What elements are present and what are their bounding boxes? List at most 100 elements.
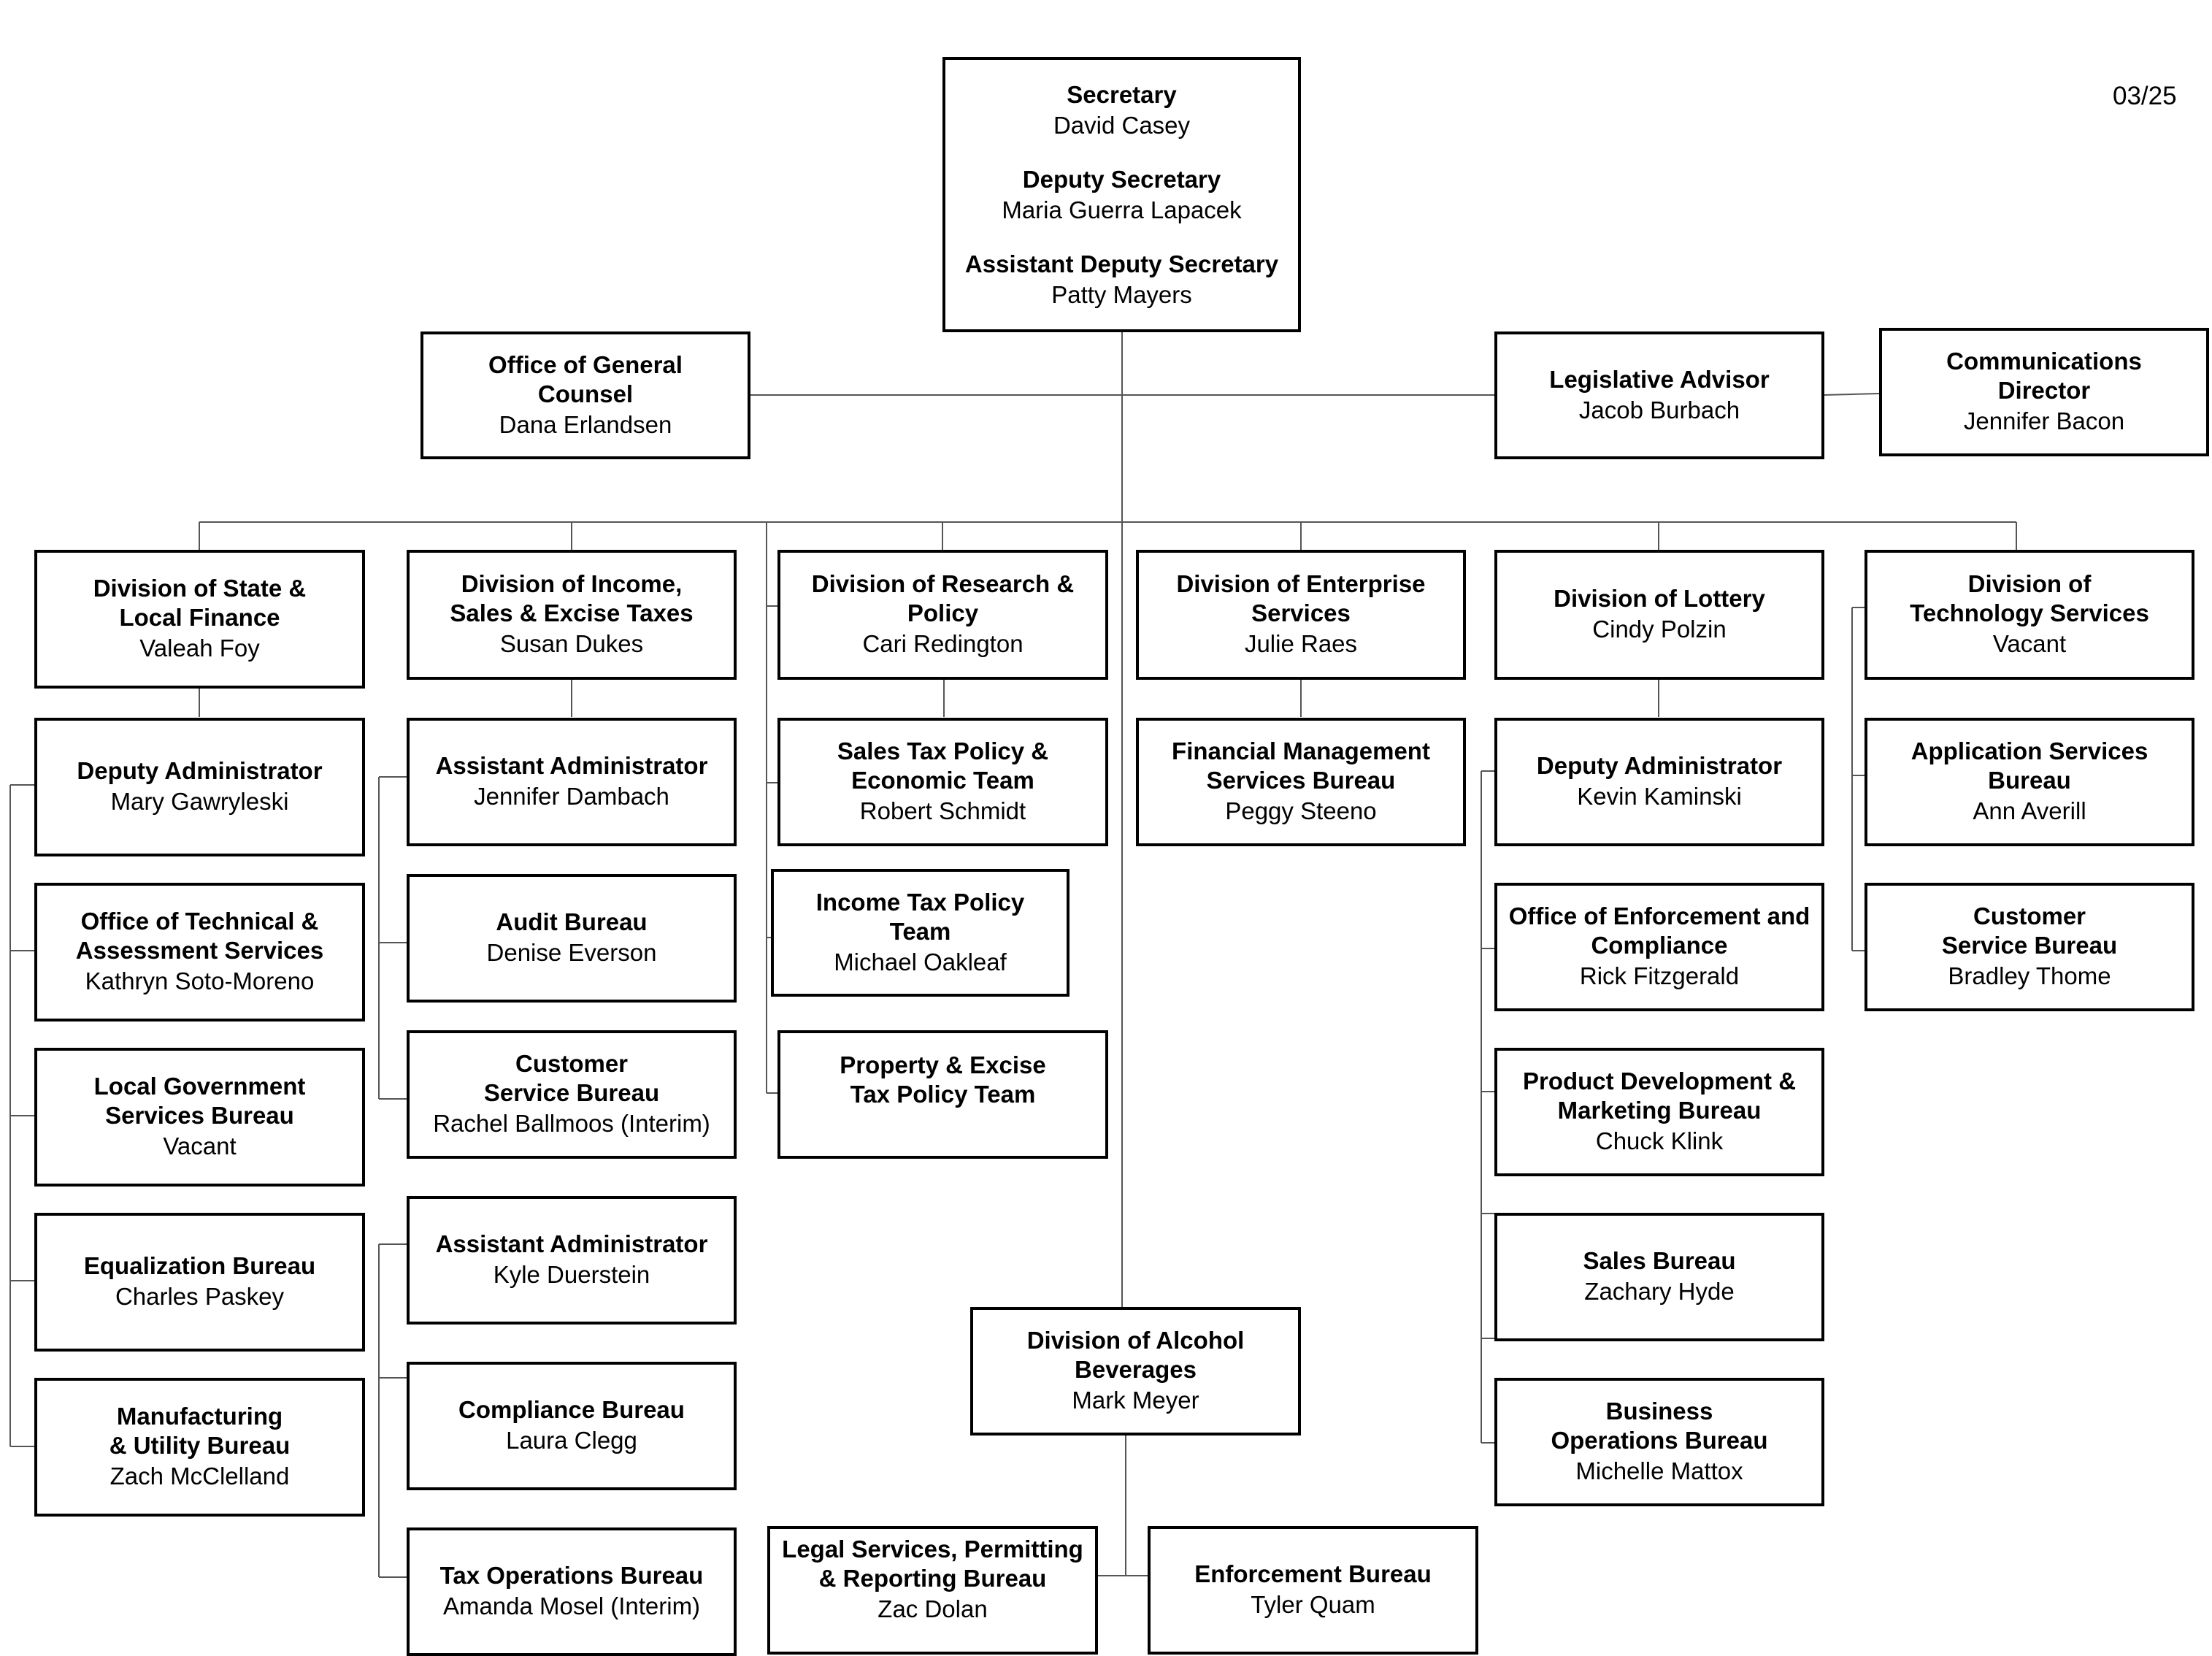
- unit-head: Zach McClelland: [110, 1463, 290, 1490]
- unit-head: Chuck Klink: [1595, 1127, 1724, 1154]
- unit-title: Property & Excise Tax Policy Team: [840, 1051, 1046, 1108]
- unit-head: Peggy Steeno: [1225, 797, 1377, 824]
- unit-title: Enforcement Bureau: [1194, 1560, 1432, 1587]
- unit-title: Customer Service Bureau: [1941, 902, 2118, 959]
- unit-box[interactable]: Income Tax Policy Team Michael Oakleaf: [771, 869, 1069, 997]
- unit-head: Robert Schmidt: [859, 797, 1026, 824]
- unit-box[interactable]: Assistant Administrator Kyle Duerstein: [407, 1196, 737, 1325]
- unit-box[interactable]: Deputy Administrator Kevin Kaminski: [1494, 718, 1824, 846]
- division-head: Mark Meyer: [1072, 1387, 1199, 1414]
- division-head: Cindy Polzin: [1592, 616, 1727, 643]
- unit-head: Tyler Quam: [1251, 1591, 1375, 1618]
- unit-title: Income Tax Policy Team: [815, 888, 1025, 945]
- unit-box[interactable]: Application Services Bureau Ann Averill: [1865, 718, 2194, 846]
- role-title: Secretary: [1067, 80, 1177, 108]
- unit-title: Deputy Administrator: [77, 757, 323, 784]
- unit-head: Mary Gawryleski: [110, 788, 289, 815]
- unit-box[interactable]: Legal Services, Permitting & Reporting B…: [767, 1526, 1098, 1655]
- division-head: Valeah Foy: [139, 635, 260, 662]
- unit-title: Equalization Bureau: [83, 1252, 316, 1279]
- unit-head: Bradley Thome: [1948, 962, 2111, 989]
- unit-box[interactable]: Tax Operations Bureau Amanda Mosel (Inte…: [407, 1527, 737, 1656]
- unit-box[interactable]: Product Development & Marketing Bureau C…: [1494, 1048, 1824, 1176]
- unit-box[interactable]: Business Operations Bureau Michelle Matt…: [1494, 1378, 1824, 1506]
- unit-box[interactable]: Office of Enforcement and Compliance Ric…: [1494, 883, 1824, 1011]
- division-title: Division of Enterprise Services: [1176, 570, 1426, 626]
- unit-box[interactable]: Enforcement Bureau Tyler Quam: [1148, 1526, 1478, 1655]
- unit-head: Michael Oakleaf: [834, 948, 1007, 975]
- unit-box[interactable]: Manufacturing & Utility Bureau Zach McCl…: [34, 1378, 365, 1517]
- unit-box[interactable]: Office of Technical & Assessment Service…: [34, 883, 365, 1021]
- unit-title: Customer Service Bureau: [483, 1050, 660, 1106]
- unit-box[interactable]: Deputy Administrator Mary Gawryleski: [34, 718, 365, 856]
- unit-title: Legislative Advisor: [1549, 365, 1770, 393]
- unit-head: Michelle Mattox: [1575, 1457, 1743, 1484]
- division-head: Vacant: [1992, 630, 2067, 657]
- division-box-lottery[interactable]: Division of Lottery Cindy Polzin: [1494, 550, 1824, 680]
- general-counsel-box[interactable]: Office of General Counsel Dana Erlandsen: [420, 331, 750, 459]
- unit-head: Dana Erlandsen: [499, 410, 672, 438]
- unit-title: Audit Bureau: [496, 908, 648, 935]
- unit-head: Jacob Burbach: [1578, 396, 1740, 423]
- unit-box[interactable]: Sales Bureau Zachary Hyde: [1494, 1213, 1824, 1341]
- unit-box[interactable]: Audit Bureau Denise Everson: [407, 874, 737, 1003]
- unit-title: Assistant Administrator: [435, 1230, 708, 1257]
- role-name: David Casey: [1053, 111, 1191, 139]
- unit-title: Tax Operations Bureau: [439, 1562, 704, 1589]
- unit-head: Amanda Mosel (Interim): [442, 1592, 701, 1619]
- role-name: Patty Mayers: [1051, 280, 1192, 308]
- unit-title: Application Services Bureau: [1910, 737, 2148, 794]
- unit-head: Jennifer Bacon: [1963, 407, 2125, 434]
- unit-title: Office of General Counsel: [488, 350, 683, 407]
- unit-box[interactable]: Property & Excise Tax Policy Team: [777, 1030, 1108, 1159]
- unit-title: Financial Management Services Bureau: [1172, 737, 1430, 794]
- unit-head: Denise Everson: [486, 939, 657, 966]
- unit-title: Local Government Services Bureau: [93, 1073, 306, 1129]
- unit-title: Office of Enforcement and Compliance: [1508, 902, 1810, 959]
- unit-box[interactable]: Assistant Administrator Jennifer Dambach: [407, 718, 737, 846]
- unit-box[interactable]: Customer Service Bureau Bradley Thome: [1865, 883, 2194, 1011]
- unit-title: Office of Technical & Assessment Service…: [75, 908, 324, 964]
- division-box-income-sales-excise[interactable]: Division of Income, Sales & Excise Taxes…: [407, 550, 737, 680]
- division-head: Cari Redington: [862, 630, 1024, 657]
- unit-title: Compliance Bureau: [458, 1396, 685, 1423]
- unit-title: Communications Director: [1946, 348, 2142, 404]
- unit-title: Business Operations Bureau: [1551, 1398, 1768, 1454]
- unit-box[interactable]: Compliance Bureau Laura Clegg: [407, 1362, 737, 1490]
- division-box-research-policy[interactable]: Division of Research & Policy Cari Redin…: [777, 550, 1108, 680]
- role-name: Maria Guerra Lapacek: [1002, 196, 1242, 223]
- unit-title: Product Development & Marketing Bureau: [1522, 1067, 1797, 1124]
- staff-line-comm: [1823, 393, 1880, 396]
- legislative-advisor-box[interactable]: Legislative Advisor Jacob Burbach: [1494, 331, 1824, 459]
- unit-head: Rick Fitzgerald: [1579, 962, 1740, 989]
- unit-title: Manufacturing & Utility Bureau: [109, 1403, 291, 1459]
- unit-title: Legal Services, Permitting & Reporting B…: [782, 1536, 1083, 1592]
- unit-title: Sales Tax Policy & Economic Team: [837, 737, 1049, 794]
- unit-title: Sales Bureau: [1583, 1247, 1736, 1274]
- unit-head: Vacant: [163, 1132, 237, 1159]
- division-box-enterprise-services[interactable]: Division of Enterprise Services Julie Ra…: [1136, 550, 1466, 680]
- unit-head: Ann Averill: [1973, 797, 2086, 824]
- unit-box[interactable]: Sales Tax Policy & Economic Team Robert …: [777, 718, 1108, 846]
- revision-date: 03/25: [2113, 82, 2177, 110]
- communications-director-box[interactable]: Communications Director Jennifer Bacon: [1879, 328, 2209, 456]
- division-title: Division of State & Local Finance: [93, 575, 307, 631]
- unit-head: Kyle Duerstein: [493, 1261, 650, 1288]
- unit-head: Rachel Ballmoos (Interim): [433, 1110, 710, 1137]
- division-box-technology-services[interactable]: Division of Technology Services Vacant: [1865, 550, 2194, 680]
- unit-head: Kathryn Soto-Moreno: [85, 967, 315, 994]
- division-title: Division of Lottery: [1554, 585, 1765, 612]
- unit-box[interactable]: Financial Management Services Bureau Peg…: [1136, 718, 1466, 846]
- division-box-state-local-finance[interactable]: Division of State & Local Finance Valeah…: [34, 550, 365, 689]
- unit-title: Deputy Administrator: [1536, 752, 1783, 779]
- unit-head: Zachary Hyde: [1584, 1278, 1735, 1305]
- division-head: Susan Dukes: [499, 630, 644, 657]
- role-title: Deputy Secretary: [1022, 165, 1221, 193]
- division-box-alcohol-beverages[interactable]: Division of Alcohol Beverages Mark Meyer: [970, 1307, 1301, 1435]
- unit-box[interactable]: Customer Service Bureau Rachel Ballmoos …: [407, 1030, 737, 1159]
- division-title: Division of Technology Services: [1910, 570, 2149, 626]
- unit-box[interactable]: Equalization Bureau Charles Paskey: [34, 1213, 365, 1352]
- unit-box[interactable]: Local Government Services Bureau Vacant: [34, 1048, 365, 1187]
- executive-office-box[interactable]: Secretary David Casey Deputy Secretary M…: [942, 57, 1301, 332]
- unit-head: Kevin Kaminski: [1577, 783, 1742, 810]
